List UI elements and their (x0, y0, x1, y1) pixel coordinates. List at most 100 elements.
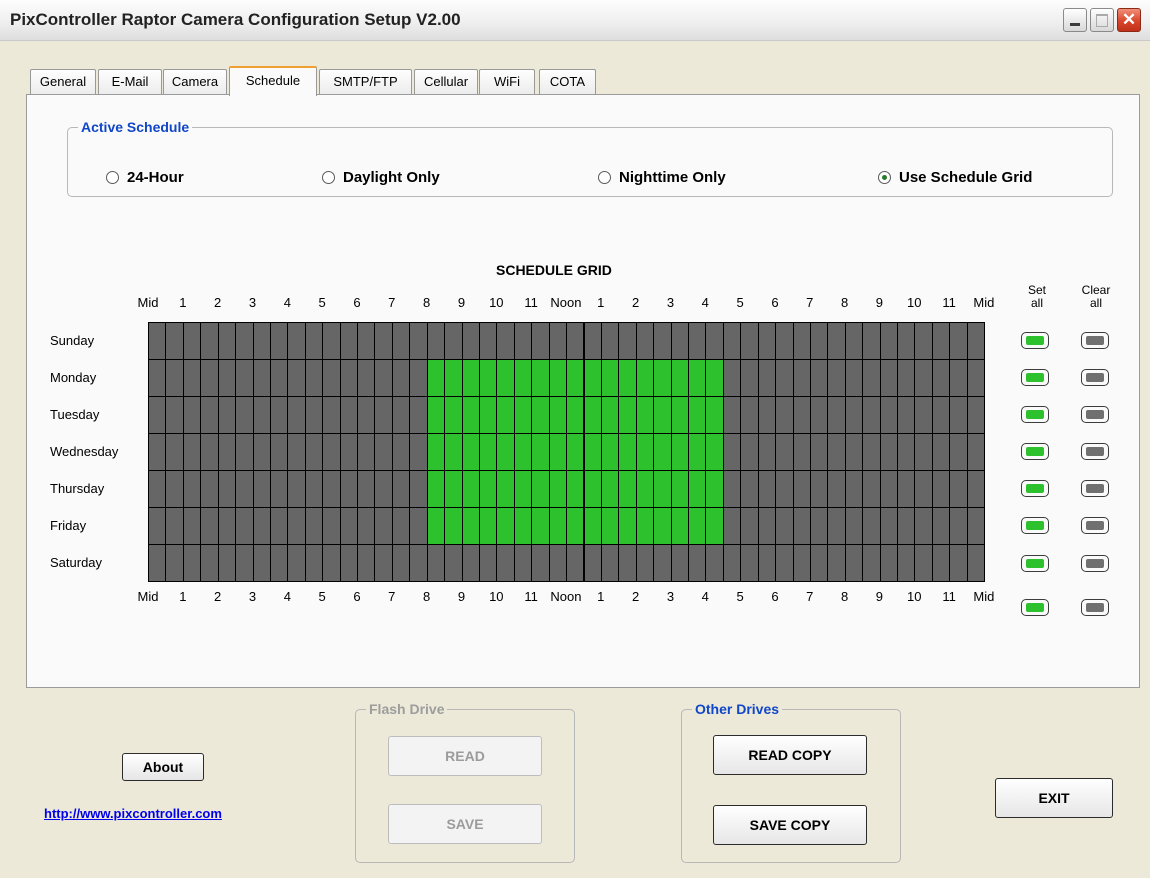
schedule-cell[interactable] (949, 507, 968, 545)
schedule-cell[interactable] (409, 470, 428, 508)
schedule-cell[interactable] (165, 433, 184, 471)
schedule-cell[interactable] (339, 544, 359, 582)
set-day-button[interactable] (1021, 406, 1049, 423)
schedule-cell[interactable] (235, 470, 254, 508)
schedule-cell[interactable] (862, 433, 881, 471)
schedule-cell[interactable] (653, 507, 672, 545)
schedule-cell[interactable] (757, 433, 777, 471)
schedule-cell[interactable] (705, 359, 724, 397)
schedule-cell[interactable] (357, 507, 376, 545)
schedule-cell[interactable] (478, 470, 498, 508)
schedule-cell[interactable] (531, 396, 550, 434)
schedule-cell[interactable] (670, 470, 689, 508)
schedule-cell[interactable] (653, 544, 672, 582)
schedule-cell[interactable] (583, 433, 602, 471)
schedule-cell[interactable] (513, 544, 533, 582)
schedule-cell[interactable] (653, 433, 672, 471)
schedule-cell[interactable] (217, 544, 237, 582)
schedule-cell[interactable] (478, 433, 498, 471)
schedule-cell[interactable] (740, 507, 759, 545)
schedule-cell[interactable] (461, 507, 480, 545)
schedule-cell[interactable] (182, 507, 202, 545)
schedule-cell[interactable] (844, 507, 864, 545)
schedule-cell[interactable] (566, 322, 585, 360)
set-day-button[interactable] (1021, 369, 1049, 386)
schedule-cell[interactable] (426, 433, 446, 471)
tab-cellular[interactable]: Cellular (414, 69, 478, 94)
website-link[interactable]: http://www.pixcontroller.com (44, 806, 222, 821)
schedule-cell[interactable] (269, 322, 289, 360)
tab-camera[interactable]: Camera (163, 69, 227, 94)
schedule-cell[interactable] (583, 470, 602, 508)
schedule-cell[interactable] (322, 322, 341, 360)
schedule-cell[interactable] (722, 359, 742, 397)
schedule-cell[interactable] (827, 322, 846, 360)
schedule-cell[interactable] (461, 433, 480, 471)
schedule-cell[interactable] (931, 396, 951, 434)
schedule-cell[interactable] (635, 433, 655, 471)
schedule-cell[interactable] (600, 470, 620, 508)
schedule-cell[interactable] (339, 396, 359, 434)
schedule-cell[interactable] (357, 544, 376, 582)
clear-day-button[interactable] (1081, 406, 1109, 423)
schedule-cell[interactable] (722, 507, 742, 545)
clear-day-button[interactable] (1081, 517, 1109, 534)
schedule-cell[interactable] (339, 507, 359, 545)
schedule-cell[interactable] (635, 544, 655, 582)
schedule-cell[interactable] (688, 433, 707, 471)
schedule-cell[interactable] (600, 359, 620, 397)
schedule-cell[interactable] (304, 507, 324, 545)
schedule-cell[interactable] (200, 433, 219, 471)
schedule-cell[interactable] (444, 470, 463, 508)
schedule-cell[interactable] (496, 359, 515, 397)
schedule-cell[interactable] (374, 396, 393, 434)
schedule-cell[interactable] (287, 544, 306, 582)
schedule-cell[interactable] (583, 359, 602, 397)
radio-24-hour[interactable]: 24-Hour (106, 169, 184, 186)
schedule-cell[interactable] (775, 507, 794, 545)
schedule-cell[interactable] (269, 359, 289, 397)
schedule-cell[interactable] (357, 322, 376, 360)
schedule-cell[interactable] (357, 433, 376, 471)
schedule-cell[interactable] (705, 433, 724, 471)
schedule-cell[interactable] (287, 507, 306, 545)
schedule-cell[interactable] (914, 359, 933, 397)
schedule-cell[interactable] (426, 322, 446, 360)
tab-schedule[interactable]: Schedule (229, 66, 317, 96)
schedule-cell[interactable] (566, 359, 585, 397)
schedule-cell[interactable] (653, 359, 672, 397)
schedule-cell[interactable] (200, 470, 219, 508)
schedule-cell[interactable] (322, 544, 341, 582)
schedule-cell[interactable] (374, 544, 393, 582)
schedule-cell[interactable] (391, 433, 411, 471)
schedule-cell[interactable] (722, 322, 742, 360)
schedule-cell[interactable] (966, 507, 986, 545)
schedule-cell[interactable] (914, 507, 933, 545)
schedule-cell[interactable] (217, 359, 237, 397)
schedule-cell[interactable] (792, 433, 811, 471)
schedule-cell[interactable] (496, 507, 515, 545)
schedule-cell[interactable] (566, 396, 585, 434)
schedule-cell[interactable] (339, 433, 359, 471)
schedule-cell[interactable] (844, 433, 864, 471)
schedule-cell[interactable] (252, 359, 271, 397)
close-button[interactable]: ✕ (1117, 8, 1141, 32)
schedule-cell[interactable] (478, 359, 498, 397)
schedule-cell[interactable] (914, 470, 933, 508)
schedule-cell[interactable] (949, 470, 968, 508)
schedule-cell[interactable] (374, 433, 393, 471)
schedule-cell[interactable] (635, 359, 655, 397)
schedule-cell[interactable] (304, 470, 324, 508)
schedule-cell[interactable] (600, 544, 620, 582)
schedule-cell[interactable] (688, 544, 707, 582)
schedule-cell[interactable] (304, 359, 324, 397)
maximize-button[interactable] (1090, 8, 1114, 32)
schedule-cell[interactable] (235, 544, 254, 582)
schedule-cell[interactable] (322, 359, 341, 397)
schedule-cell[interactable] (827, 396, 846, 434)
schedule-cell[interactable] (252, 433, 271, 471)
about-button[interactable]: About (122, 753, 204, 781)
schedule-cell[interactable] (897, 507, 916, 545)
schedule-cell[interactable] (287, 359, 306, 397)
schedule-cell[interactable] (740, 322, 759, 360)
